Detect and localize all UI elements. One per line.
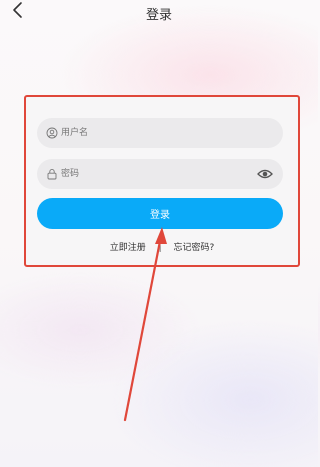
password-field[interactable]: 密码 [37,159,283,189]
register-link[interactable]: 立即注册 [110,243,146,253]
user-circle-icon [46,127,58,139]
eye-icon[interactable] [257,167,273,181]
nav-bar: 登录 [0,0,318,26]
forgot-password-link[interactable]: 忘记密码? [174,243,215,253]
username-placeholder: 用户名 [61,128,89,138]
auth-links: 立即注册 | 忘记密码? [26,240,298,253]
page-title: 登录 [145,8,172,23]
username-field[interactable]: 用户名 [37,118,283,148]
login-button[interactable]: 登录 [37,198,283,229]
lock-icon [47,168,57,180]
link-separator: | [158,243,162,253]
password-placeholder: 密码 [61,169,80,179]
login-form-highlight: 用户名 密码 登录 立即注册 | 忘记密码? [24,95,300,267]
